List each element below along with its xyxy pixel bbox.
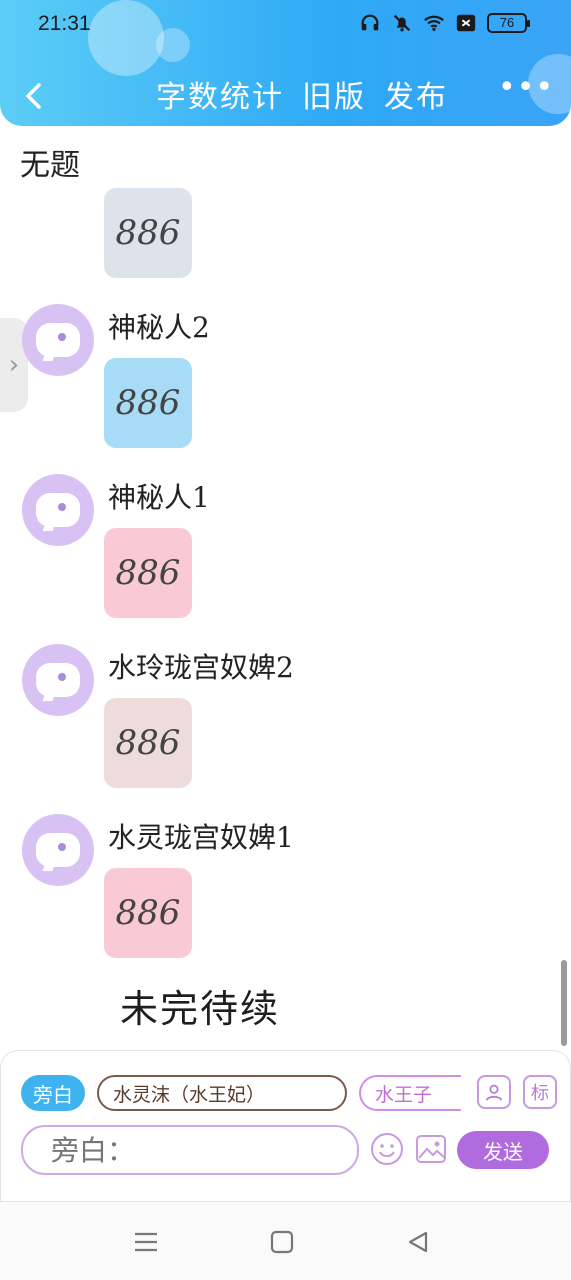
composer-panel: 旁白 水灵沫（水王妃） 水王子 标 发送 [0,1050,571,1202]
page-title: 字数统计 旧版 发布 [156,72,448,116]
system-back-button[interactable] [398,1222,438,1262]
back-button[interactable] [18,76,48,116]
home-square-icon [270,1230,294,1254]
emoji-button[interactable] [369,1131,405,1167]
message-bubble[interactable]: 886 [104,698,192,788]
chat-bubble-icon [36,493,80,527]
mark-button[interactable]: 标 [523,1075,557,1109]
role-chip[interactable]: 水灵沫（水王妃） [97,1075,347,1111]
wifi-icon [424,15,444,32]
more-options-button[interactable]: ••• [498,73,554,103]
status-time: 21:31 [38,12,91,35]
message-input-wrapper [21,1125,359,1175]
chat-bubble-icon [36,833,80,867]
chevron-left-icon [26,83,41,109]
sender-name: 水玲珑宫奴婢2 [108,651,294,684]
system-nav-bar [0,1202,571,1280]
battery-icon: 76 [487,13,530,33]
mute-bell-icon [393,14,411,32]
chat-bubble-icon [36,663,80,697]
home-button[interactable] [262,1222,302,1262]
story-title: 无题 [20,148,80,183]
image-icon [416,1135,446,1163]
avatar[interactable] [22,644,94,716]
publish-title[interactable]: 发布 [384,80,448,115]
sender-name: 水灵珑宫奴婢1 [108,821,294,854]
avatar[interactable] [22,304,94,376]
image-button[interactable] [413,1131,449,1167]
message-input[interactable] [51,1133,357,1167]
role-chip[interactable]: 水王子 [359,1075,461,1111]
recents-button[interactable] [126,1222,166,1262]
message-bubble[interactable]: 886 [104,188,192,278]
word-count-title[interactable]: 字数统计 [156,80,284,115]
narration-toggle-button[interactable]: 旁白 [21,1075,85,1111]
message-bubble[interactable]: 886 [104,358,192,448]
sender-name: 神秘人1 [108,481,210,514]
message-bubble[interactable]: 886 [104,528,192,618]
menu-icon [135,1232,157,1252]
person-icon [485,1084,503,1101]
avatar[interactable] [22,814,94,886]
old-version-title[interactable]: 旧版 [302,80,366,115]
scrollbar[interactable] [561,960,567,1046]
send-button[interactable]: 发送 [457,1131,549,1169]
app-header: 21:31 76 字数统计 旧版 发布 ••• [0,0,571,126]
avatar[interactable] [22,474,94,546]
sender-name: 神秘人2 [108,311,210,344]
to-be-continued-text: 未完待续 [120,987,281,1031]
back-triangle-icon [408,1231,428,1253]
decor-bubble [88,0,164,76]
sim-off-icon [456,14,476,32]
headphones-icon [361,14,379,31]
chat-bubble-icon [36,323,80,357]
character-button[interactable] [477,1075,511,1109]
decor-bubble [156,28,190,62]
smiley-icon [371,1133,403,1165]
status-icons: 76 [359,12,530,34]
message-bubble[interactable]: 886 [104,868,192,958]
